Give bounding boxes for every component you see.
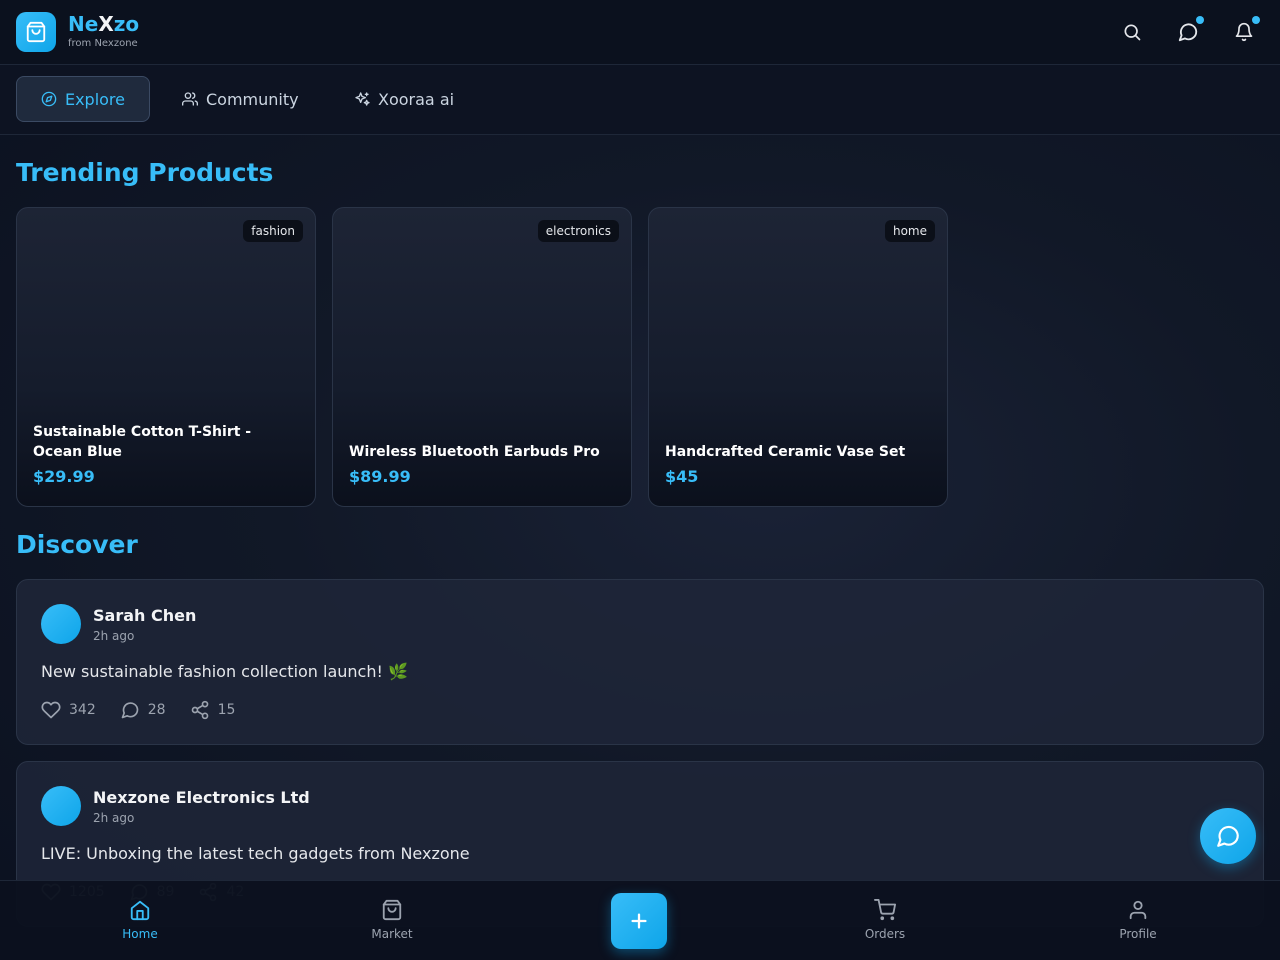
bag-icon bbox=[382, 899, 402, 921]
create-button[interactable] bbox=[611, 893, 667, 949]
unread-dot bbox=[1252, 16, 1260, 24]
section-title-discover: Discover bbox=[16, 530, 138, 559]
tab-label: Community bbox=[206, 89, 299, 109]
product-price: $29.99 bbox=[33, 467, 95, 486]
post-text: LIVE: Unboxing the latest tech gadgets f… bbox=[41, 844, 470, 863]
compass-icon bbox=[41, 91, 57, 107]
tab-community[interactable]: Community bbox=[158, 76, 323, 122]
post-time: 2h ago bbox=[93, 629, 135, 643]
nav-label: Orders bbox=[864, 927, 906, 941]
search-icon bbox=[1124, 24, 1141, 41]
nav-label: Profile bbox=[1119, 927, 1157, 941]
nav-market[interactable]: Market bbox=[352, 899, 432, 941]
tab-xooraa-ai[interactable]: Xooraa ai bbox=[330, 76, 478, 122]
brand: NeXzo from Nexzone bbox=[68, 12, 139, 49]
post-author[interactable]: Nexzone Electronics Ltd bbox=[93, 788, 310, 807]
avatar[interactable] bbox=[41, 604, 81, 644]
category-badge: home bbox=[884, 220, 935, 242]
product-card[interactable]: electronics Wireless Bluetooth Earbuds P… bbox=[332, 207, 632, 507]
share-count: 15 bbox=[217, 702, 236, 718]
nav-label: Home bbox=[122, 927, 158, 941]
comment-count: 28 bbox=[147, 702, 166, 718]
nav-profile[interactable]: Profile bbox=[1098, 899, 1178, 941]
post-author[interactable]: Sarah Chen bbox=[93, 606, 196, 625]
avatar[interactable] bbox=[41, 786, 81, 826]
like-button[interactable]: 342 bbox=[41, 700, 96, 720]
chat-fab-button[interactable] bbox=[1200, 808, 1256, 864]
brand-name-part: X bbox=[98, 12, 114, 36]
tab-bar: Explore Community Xooraa ai bbox=[0, 65, 1280, 135]
plus-icon bbox=[631, 913, 647, 929]
user-icon bbox=[1129, 900, 1147, 920]
bottom-nav: Home Market Orders Profile bbox=[0, 880, 1280, 960]
top-bar: NeXzo from Nexzone bbox=[0, 0, 1280, 65]
unread-dot bbox=[1196, 16, 1204, 24]
tab-label: Explore bbox=[64, 89, 125, 109]
product-card[interactable]: fashion Sustainable Cotton T-Shirt - Oce… bbox=[16, 207, 316, 507]
sparkles-icon bbox=[355, 92, 370, 106]
product-name: Sustainable Cotton T-Shirt - Ocean Blue bbox=[33, 424, 252, 460]
nav-home[interactable]: Home bbox=[100, 899, 180, 941]
heart-icon bbox=[41, 701, 61, 719]
chat-icon bbox=[1217, 825, 1239, 847]
product-name: Wireless Bluetooth Earbuds Pro bbox=[349, 444, 600, 460]
section-title-trending: Trending Products bbox=[16, 158, 274, 187]
post-time: 2h ago bbox=[93, 811, 135, 825]
brand-subtitle: from Nexzone bbox=[68, 38, 138, 49]
search-button[interactable] bbox=[1120, 20, 1144, 44]
like-count: 342 bbox=[69, 702, 96, 718]
product-price: $89.99 bbox=[349, 467, 411, 486]
chat-icon bbox=[1178, 23, 1198, 42]
notifications-button[interactable] bbox=[1232, 16, 1260, 44]
cart-icon bbox=[874, 899, 896, 921]
product-name: Handcrafted Ceramic Vase Set bbox=[665, 444, 906, 460]
share-icon bbox=[191, 700, 208, 720]
home-icon bbox=[130, 900, 150, 921]
share-button[interactable]: 15 bbox=[190, 700, 236, 720]
product-price: $45 bbox=[665, 467, 699, 486]
tab-explore[interactable]: Explore bbox=[16, 76, 150, 122]
tab-label: Xooraa ai bbox=[378, 89, 455, 109]
shopping-bag-icon bbox=[26, 21, 46, 43]
brand-name-part: zo bbox=[113, 12, 140, 36]
brand-name: NeXzo bbox=[68, 12, 139, 36]
bell-icon bbox=[1235, 22, 1253, 42]
feed-post: Sarah Chen 2h ago New sustainable fashio… bbox=[16, 579, 1264, 745]
product-card[interactable]: home Handcrafted Ceramic Vase Set $45 bbox=[648, 207, 948, 507]
comment-button[interactable]: 28 bbox=[120, 700, 166, 720]
category-badge: electronics bbox=[537, 220, 619, 242]
category-badge: fashion bbox=[243, 220, 303, 242]
nav-label: Market bbox=[371, 927, 413, 941]
comment-icon bbox=[121, 702, 139, 719]
post-actions: 342 28 15 bbox=[41, 700, 235, 720]
users-icon bbox=[182, 92, 198, 106]
brand-name-part: Ne bbox=[68, 12, 99, 36]
app-logo[interactable] bbox=[16, 12, 56, 52]
messages-button[interactable] bbox=[1176, 16, 1204, 44]
post-text: New sustainable fashion collection launc… bbox=[41, 662, 408, 681]
nav-orders[interactable]: Orders bbox=[845, 899, 925, 941]
